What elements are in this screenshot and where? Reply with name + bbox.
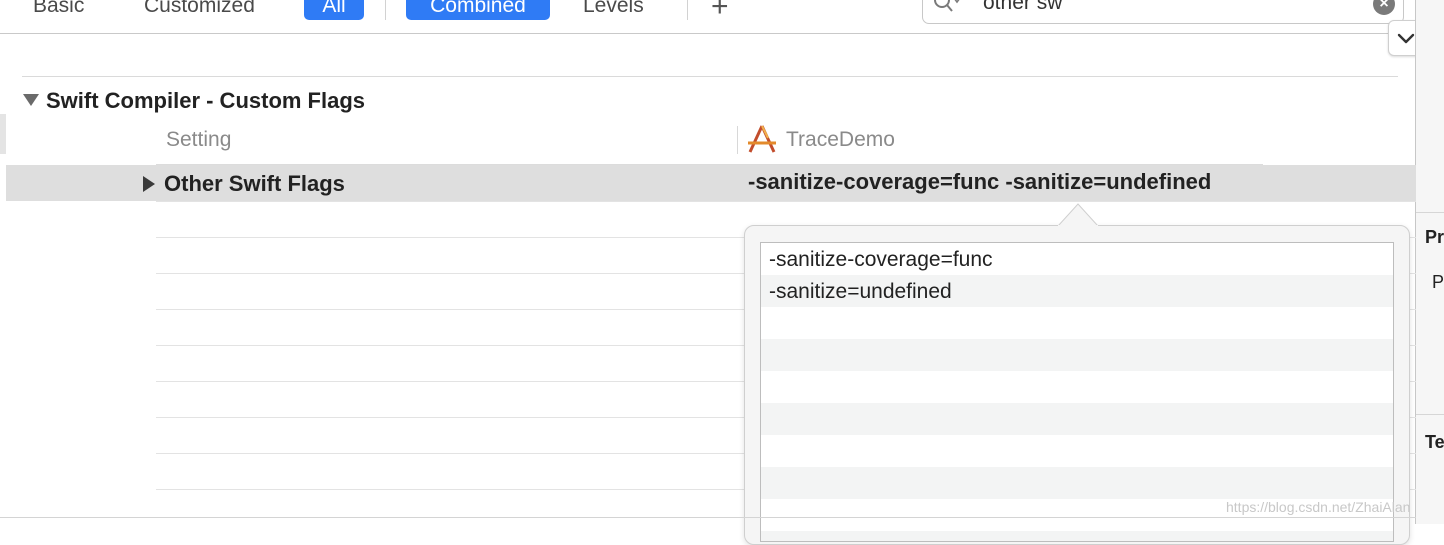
- filter-all[interactable]: All: [304, 0, 364, 20]
- build-settings-toolbar: Basic Customized All Combined Levels + o…: [0, 0, 1416, 24]
- left-pane-edge: [0, 114, 6, 154]
- flags-list[interactable]: -sanitize-coverage=func -sanitize=undefi…: [760, 242, 1394, 542]
- inspector-heading: Te: [1425, 432, 1444, 452]
- clear-search-icon[interactable]: ×: [1373, 0, 1395, 15]
- app-target-icon: [748, 125, 776, 153]
- toolbar-divider: [385, 0, 386, 20]
- list-row[interactable]: [761, 531, 1393, 541]
- inspector-divider: [1416, 414, 1444, 415]
- view-levels[interactable]: Levels: [583, 0, 644, 18]
- table-row-divider: [156, 201, 1416, 202]
- setting-name: Other Swift Flags: [164, 171, 345, 196]
- search-input[interactable]: other sw: [983, 0, 1062, 15]
- add-setting-button[interactable]: +: [711, 0, 729, 22]
- search-icon[interactable]: [933, 0, 963, 15]
- setting-value[interactable]: -sanitize-coverage=func -sanitize=undefi…: [748, 169, 1211, 195]
- column-header-target: TraceDemo: [786, 128, 895, 151]
- disclosure-triangle-open-icon[interactable]: [22, 93, 40, 107]
- filter-basic[interactable]: Basic: [33, 0, 84, 18]
- column-divider: [737, 126, 738, 154]
- toolbar-bottom-divider: [0, 33, 1416, 34]
- column-header-setting: Setting: [166, 128, 232, 151]
- list-row[interactable]: [761, 339, 1393, 371]
- list-item[interactable]: -sanitize-coverage=func: [769, 248, 993, 272]
- list-row[interactable]: [761, 403, 1393, 435]
- list-item[interactable]: -sanitize=undefined: [769, 280, 952, 304]
- filter-customized[interactable]: Customized: [144, 0, 255, 18]
- toolbar-divider: [687, 0, 688, 20]
- list-row[interactable]: [761, 435, 1393, 467]
- list-row[interactable]: [761, 467, 1393, 499]
- inspector-divider: [1416, 212, 1444, 213]
- list-row[interactable]: [761, 371, 1393, 403]
- disclosure-triangle-closed-icon[interactable]: [142, 175, 156, 193]
- inspector-label: P: [1432, 272, 1444, 292]
- inspector-heading: Pr: [1425, 227, 1444, 247]
- bottom-divider: [0, 517, 1416, 518]
- chevron-down-icon: [1397, 33, 1415, 44]
- view-combined[interactable]: Combined: [406, 0, 550, 20]
- list-row[interactable]: [761, 307, 1393, 339]
- section-divider: [22, 76, 1398, 77]
- popover-arrow: [1058, 203, 1098, 227]
- inspector-panel: Pr P Te: [1416, 0, 1444, 524]
- watermark: https://blog.csdn.net/ZhaiAlan: [1226, 499, 1411, 515]
- section-title: Swift Compiler - Custom Flags: [46, 88, 366, 113]
- search-field[interactable]: other sw ×: [922, 0, 1404, 24]
